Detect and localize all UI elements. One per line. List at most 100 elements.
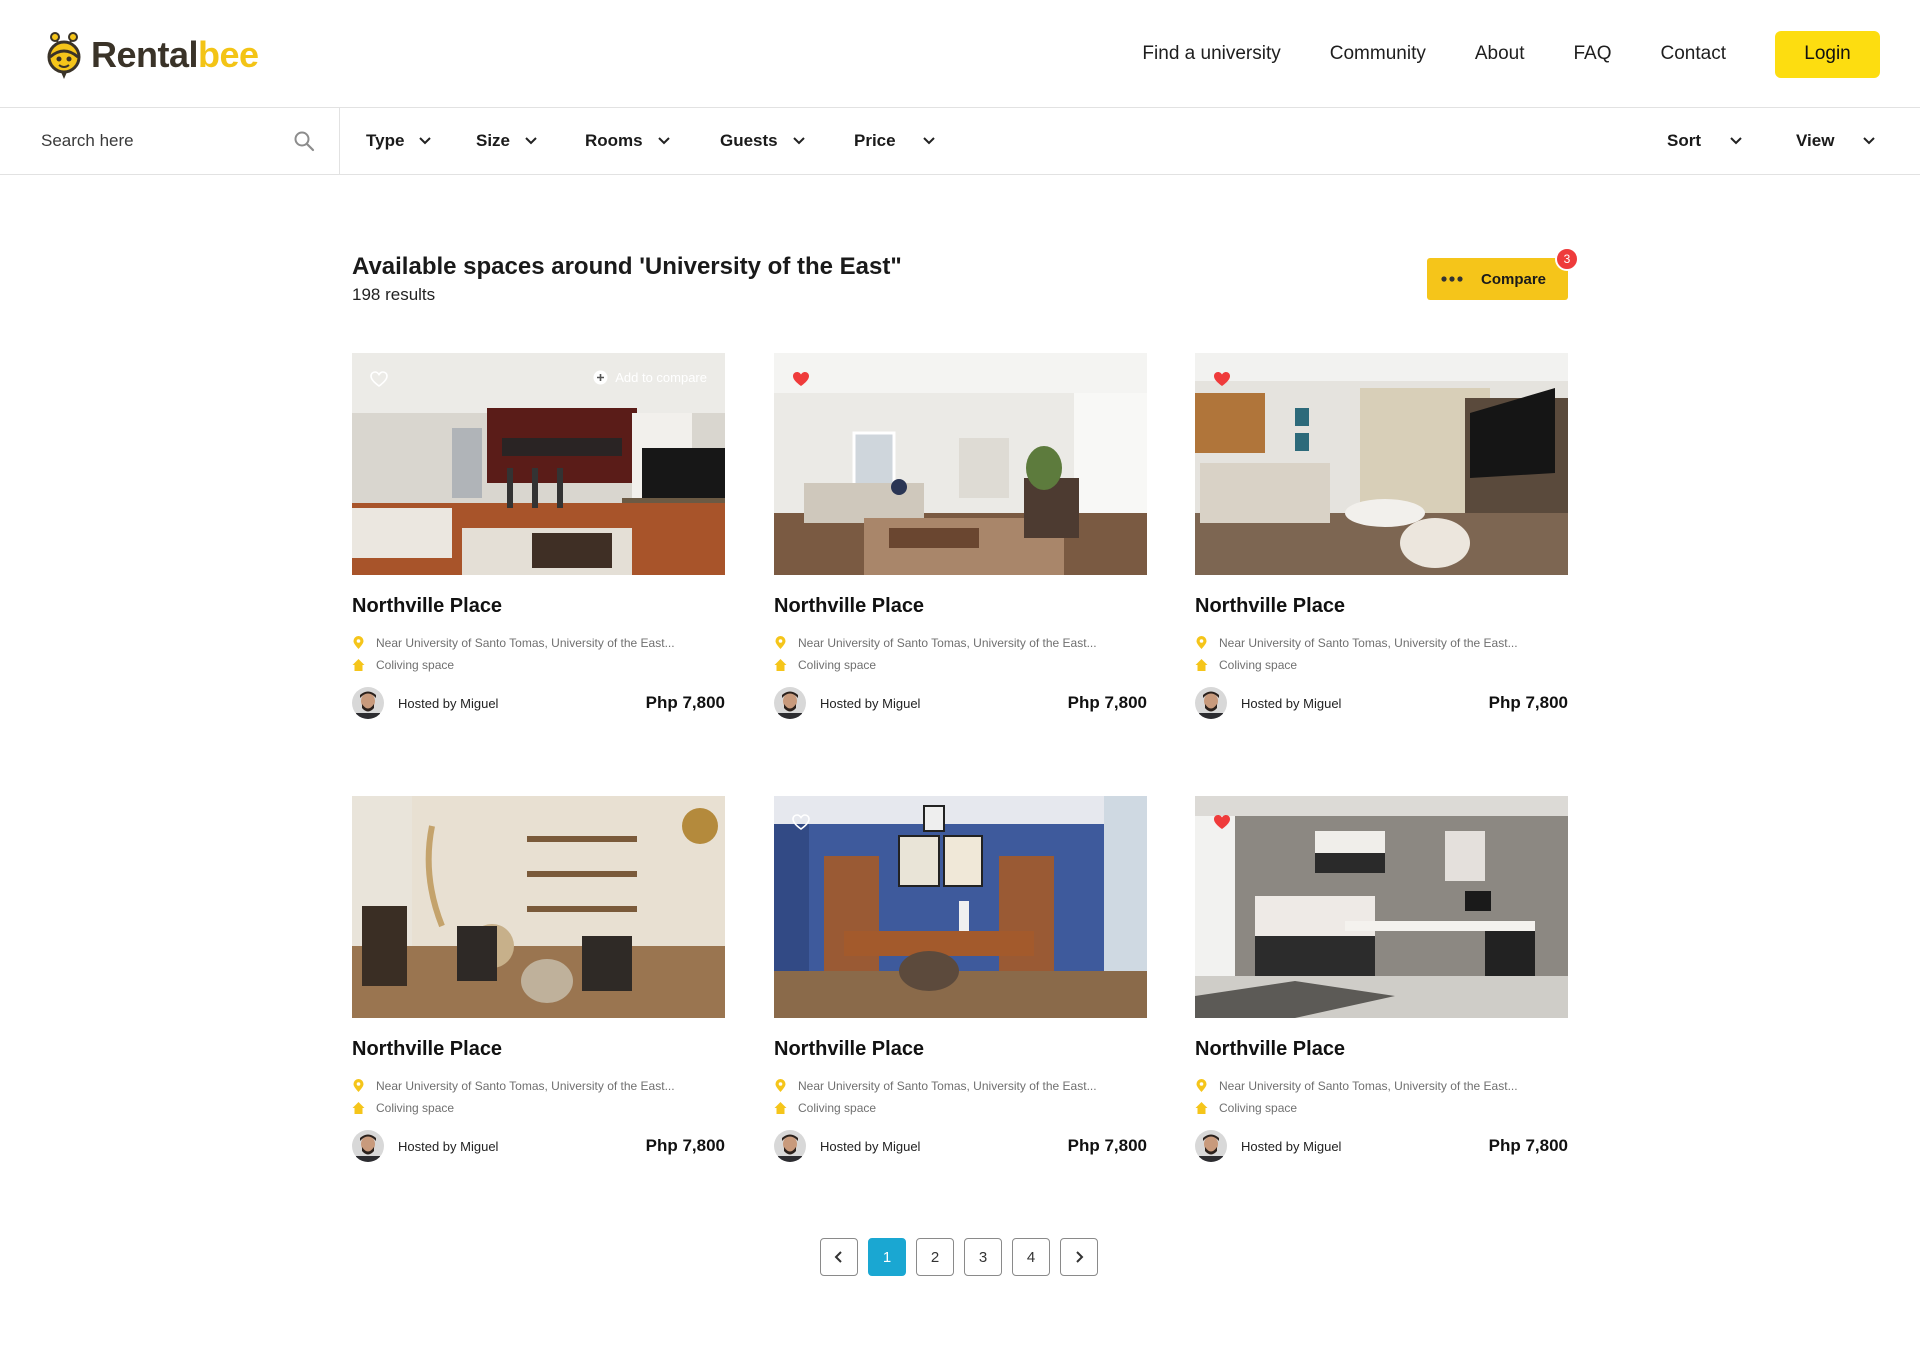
results-count: 198 results — [352, 285, 436, 304]
listing-photo-boho-lounge — [352, 796, 725, 1018]
filter-price[interactable]: Price — [854, 108, 936, 174]
filter-type[interactable]: Type — [366, 108, 432, 174]
listing-photo[interactable] — [1195, 796, 1568, 1018]
listing-location: Near University of Santo Tomas, Universi… — [352, 636, 675, 650]
listing-price: Php 7,800 — [1067, 693, 1147, 712]
search-input[interactable] — [41, 128, 271, 154]
page-next-button[interactable] — [1060, 1238, 1098, 1276]
compare-button[interactable]: Compare — [1427, 258, 1568, 300]
location-pin-icon — [1196, 1079, 1207, 1092]
home-icon — [1195, 659, 1208, 671]
listing-location-text: Near University of Santo Tomas, Universi… — [376, 1079, 675, 1093]
plus-circle-icon — [593, 370, 608, 385]
listing-card[interactable]: Add to compare Northville Place Near Uni… — [352, 353, 725, 733]
search-icon[interactable] — [293, 130, 315, 152]
heart-filled-icon[interactable] — [1213, 371, 1231, 388]
page-1-button[interactable]: 1 — [868, 1238, 906, 1276]
chevron-down-icon — [1863, 137, 1876, 145]
nav-contact[interactable]: Contact — [1661, 43, 1726, 65]
listing-location: Near University of Santo Tomas, Universi… — [352, 1079, 675, 1093]
heart-outline-icon[interactable] — [370, 371, 388, 388]
host-label: Hosted by Miguel — [398, 695, 499, 711]
host-info: Hosted by Miguel — [352, 687, 498, 719]
chevron-down-icon — [1730, 137, 1742, 145]
listing-location-text: Near University of Santo Tomas, Universi… — [1219, 1079, 1518, 1093]
listing-type-text: Coliving space — [1219, 1101, 1298, 1115]
listing-type: Coliving space — [774, 658, 876, 672]
location-pin-icon — [353, 636, 364, 649]
heart-filled-icon[interactable] — [1213, 814, 1231, 831]
nav-community[interactable]: Community — [1330, 43, 1426, 65]
listing-location: Near University of Santo Tomas, Universi… — [1195, 1079, 1518, 1093]
listing-price: Php 7,800 — [645, 693, 725, 712]
page-2-button[interactable]: 2 — [916, 1238, 954, 1276]
pagination: 1 2 3 4 — [820, 1238, 1108, 1276]
listing-title[interactable]: Northville Place — [352, 1038, 502, 1061]
listing-price: Php 7,800 — [1067, 1136, 1147, 1155]
listing-photo-tv-lounge — [1195, 353, 1568, 575]
filter-size[interactable]: Size — [476, 108, 538, 174]
listing-photo[interactable] — [352, 796, 725, 1018]
listing-location-text: Near University of Santo Tomas, Universi… — [1219, 636, 1518, 650]
host-info: Hosted by Miguel — [774, 687, 920, 719]
heart-outline-icon[interactable] — [792, 814, 810, 831]
listing-location-text: Near University of Santo Tomas, Universi… — [376, 636, 675, 650]
chevron-down-icon — [419, 137, 432, 145]
home-icon — [1195, 1102, 1208, 1114]
filter-price-label: Price — [854, 131, 896, 150]
host-label: Hosted by Miguel — [820, 1138, 921, 1154]
page-prev-button[interactable] — [820, 1238, 858, 1276]
listing-price: Php 7,800 — [645, 1136, 725, 1155]
host-label: Hosted by Miguel — [1241, 695, 1342, 711]
listing-photo[interactable] — [774, 796, 1147, 1018]
listing-card[interactable]: Northville Place Near University of Sant… — [774, 353, 1147, 733]
listing-location-text: Near University of Santo Tomas, Universi… — [798, 1079, 1097, 1093]
sort-dropdown[interactable]: Sort — [1667, 108, 1743, 174]
chevron-down-icon — [792, 137, 805, 145]
view-dropdown[interactable]: View — [1796, 108, 1876, 174]
listing-photo[interactable] — [774, 353, 1147, 575]
listing-card[interactable]: Northville Place Near University of Sant… — [1195, 796, 1568, 1176]
filter-bar: Type Size Rooms Guests Price Sort View — [0, 108, 1920, 175]
listing-photo[interactable] — [1195, 353, 1568, 575]
listing-photo-bedroom-desk — [1195, 796, 1568, 1018]
login-button[interactable]: Login — [1775, 30, 1880, 78]
listing-title[interactable]: Northville Place — [1195, 595, 1345, 618]
host-avatar — [774, 1130, 806, 1162]
main-nav: Find a university Community About FAQ Co… — [1142, 0, 1920, 108]
listing-price: Php 7,800 — [1488, 693, 1568, 712]
listing-title[interactable]: Northville Place — [774, 595, 924, 618]
filter-rooms[interactable]: Rooms — [585, 108, 671, 174]
listing-price: Php 7,800 — [1488, 1136, 1568, 1155]
filter-guests[interactable]: Guests — [720, 108, 806, 174]
listing-type-text: Coliving space — [376, 658, 455, 672]
site-header: Rentalbee Find a university Community Ab… — [0, 0, 1920, 108]
brand-logo[interactable]: Rentalbee — [41, 27, 259, 83]
home-icon — [774, 659, 787, 671]
page-3-button[interactable]: 3 — [964, 1238, 1002, 1276]
chevron-right-icon — [1076, 1251, 1084, 1263]
listing-card[interactable]: Northville Place Near University of Sant… — [352, 796, 725, 1176]
add-to-compare[interactable]: Add to compare — [593, 370, 707, 385]
location-pin-icon — [775, 636, 786, 649]
heart-filled-icon[interactable] — [792, 371, 810, 388]
nav-find-university[interactable]: Find a university — [1142, 43, 1280, 65]
nav-faq[interactable]: FAQ — [1574, 43, 1612, 65]
host-info: Hosted by Miguel — [1195, 687, 1341, 719]
host-avatar — [1195, 1130, 1227, 1162]
filter-type-label: Type — [366, 131, 405, 150]
page-4-button[interactable]: 4 — [1012, 1238, 1050, 1276]
listing-title[interactable]: Northville Place — [774, 1038, 924, 1061]
listing-type: Coliving space — [352, 658, 454, 672]
listing-photo[interactable]: Add to compare — [352, 353, 725, 575]
listing-photo-blue-office — [774, 796, 1147, 1018]
listing-card[interactable]: Northville Place Near University of Sant… — [1195, 353, 1568, 733]
listing-title[interactable]: Northville Place — [352, 595, 502, 618]
location-pin-icon — [775, 1079, 786, 1092]
nav-about[interactable]: About — [1475, 43, 1525, 65]
listing-type: Coliving space — [1195, 1101, 1297, 1115]
chevron-down-icon — [525, 137, 537, 145]
compare-label: Compare — [1481, 270, 1547, 288]
listing-title[interactable]: Northville Place — [1195, 1038, 1345, 1061]
listing-card[interactable]: Northville Place Near University of Sant… — [774, 796, 1147, 1176]
